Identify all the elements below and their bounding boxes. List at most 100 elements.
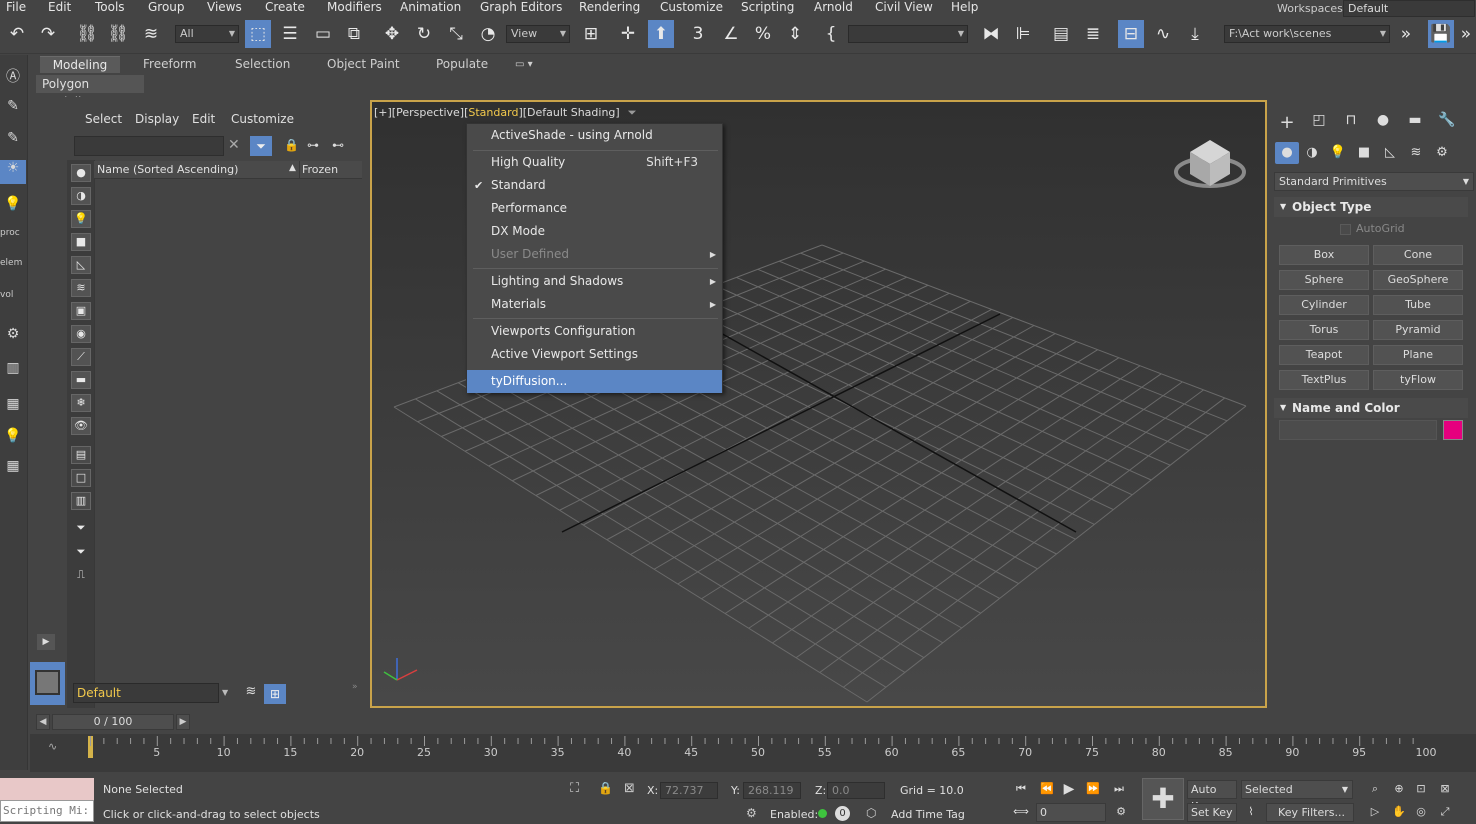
stack-icon[interactable]: ▥ bbox=[0, 360, 26, 384]
explorer-menu-select[interactable]: Select bbox=[85, 112, 122, 126]
menu-rendering[interactable]: Rendering bbox=[579, 0, 640, 17]
add-time-tag[interactable]: Add Time Tag bbox=[891, 808, 965, 821]
selection-lock-icon[interactable]: 🔒 bbox=[598, 781, 613, 795]
explorer-search-input[interactable] bbox=[74, 136, 224, 156]
filter-geometry-icon[interactable]: ● bbox=[71, 164, 91, 182]
menu-item-materials[interactable]: Materials ▶ bbox=[467, 293, 722, 316]
zoom-extents-icon[interactable]: ⊡ bbox=[1410, 780, 1432, 798]
unlink-icon[interactable]: ⛓ bbox=[105, 20, 131, 48]
layer-explorer-icon[interactable]: ≣ bbox=[1080, 20, 1106, 48]
time-slider[interactable]: 0 / 100 bbox=[52, 714, 174, 730]
workspaces-dropdown[interactable]: Default bbox=[1343, 0, 1475, 17]
ribbon-toggle-icon[interactable]: ⊟ bbox=[1118, 20, 1144, 48]
prev-frame-icon[interactable]: ◀ bbox=[36, 714, 50, 730]
motion-tab-icon[interactable]: ● bbox=[1371, 112, 1395, 132]
menu-item-high-quality[interactable]: High Quality Shift+F3 bbox=[467, 151, 722, 174]
isolate-icon[interactable]: ⛶ bbox=[570, 781, 579, 796]
maxscript-listener-output[interactable] bbox=[0, 778, 94, 800]
snap-toggle-icon[interactable]: 3 bbox=[685, 20, 711, 48]
object-name-input[interactable] bbox=[1279, 420, 1437, 440]
geometry-icon[interactable]: ● bbox=[1275, 142, 1299, 164]
menu-group[interactable]: Group bbox=[148, 0, 185, 17]
pivot-center-icon[interactable]: ⊞ bbox=[578, 20, 604, 48]
keyboard-shortcut-toggle-icon[interactable]: ⬆ bbox=[648, 20, 674, 48]
time-tag-icon[interactable]: ⬡ bbox=[866, 806, 876, 820]
zoom-extents-all-icon[interactable]: ⊠ bbox=[1434, 780, 1456, 798]
explorer-menu-edit[interactable]: Edit bbox=[192, 112, 215, 126]
lights-icon[interactable]: 💡 bbox=[1326, 142, 1350, 164]
modify-tab-icon[interactable]: ◰ bbox=[1307, 112, 1331, 132]
scale-icon[interactable]: ⤡ bbox=[443, 20, 469, 48]
key-filters-button[interactable]: Key Filters... bbox=[1266, 803, 1354, 822]
column-frozen[interactable]: Frozen bbox=[302, 163, 338, 176]
pyramid-button[interactable]: Pyramid bbox=[1373, 320, 1463, 340]
selection-filter-dropdown[interactable]: All ▼ bbox=[175, 25, 239, 43]
text-tool-icon[interactable]: Ⓐ bbox=[0, 66, 26, 90]
filter-cameras-icon[interactable]: ■ bbox=[71, 233, 91, 251]
time-config-icon[interactable]: ⚙ bbox=[1110, 803, 1132, 821]
maximize-viewport-icon[interactable]: ⤢ bbox=[1434, 803, 1456, 821]
named-selection-dropdown[interactable]: ▼ bbox=[848, 25, 968, 43]
viewport-label-mode[interactable]: Standard bbox=[468, 106, 518, 119]
menu-animation[interactable]: Animation bbox=[400, 0, 461, 17]
lamp-icon[interactable]: ☀ bbox=[0, 160, 26, 184]
filter-shapes-icon[interactable]: ◑ bbox=[71, 187, 91, 205]
cone-button[interactable]: Cone bbox=[1373, 245, 1463, 265]
edit-named-sets-icon[interactable]: { bbox=[818, 20, 844, 48]
spinner-snap-icon[interactable]: ⇕ bbox=[782, 20, 808, 48]
rotate-icon[interactable]: ↻ bbox=[411, 20, 437, 48]
align-icon[interactable]: ⊫ bbox=[1010, 20, 1036, 48]
shapes-icon[interactable]: ◑ bbox=[1300, 142, 1324, 164]
absolute-mode-icon[interactable]: ⊠ bbox=[624, 781, 635, 796]
text-edit-icon[interactable]: ✎ bbox=[0, 98, 26, 122]
menu-customize[interactable]: Customize bbox=[660, 0, 723, 17]
menu-civil-view[interactable]: Civil View bbox=[875, 0, 933, 17]
gear-tool-icon[interactable]: ⚙ bbox=[0, 326, 26, 350]
menu-views[interactable]: Views bbox=[207, 0, 242, 17]
angle-snap-icon[interactable]: ∠ bbox=[718, 20, 744, 48]
tab-object-paint[interactable]: Object Paint bbox=[327, 56, 400, 73]
tab-populate[interactable]: Populate bbox=[436, 56, 488, 73]
filter-groups-icon[interactable]: ▣ bbox=[71, 302, 91, 320]
explorer-menu-display[interactable]: Display bbox=[135, 112, 179, 126]
filter-spacewarps-icon[interactable]: ≋ bbox=[71, 279, 91, 297]
go-to-start-icon[interactable]: ⏮ bbox=[1010, 780, 1032, 798]
rollout-object-type[interactable]: ▼ Object Type bbox=[1274, 197, 1468, 217]
filter-select-icon[interactable]: ⏷ bbox=[71, 544, 91, 562]
textplus-button[interactable]: TextPlus bbox=[1279, 370, 1369, 390]
systems-icon[interactable]: ⚙ bbox=[1430, 142, 1454, 164]
zoom-all-icon[interactable]: ⊕ bbox=[1388, 780, 1410, 798]
orbit-icon[interactable]: ◎ bbox=[1410, 803, 1432, 821]
category-dropdown[interactable]: Standard Primitives ▼ bbox=[1274, 172, 1474, 191]
window-crossing-icon[interactable]: ⧉ bbox=[341, 20, 367, 48]
menu-graph-editors[interactable]: Graph Editors bbox=[480, 0, 562, 17]
object-color-swatch[interactable] bbox=[1443, 420, 1463, 440]
column-name[interactable]: Name (Sorted Ascending) bbox=[97, 163, 238, 176]
sort-hierarchy-icon[interactable]: ⊞ bbox=[264, 684, 286, 704]
menu-arnold[interactable]: Arnold bbox=[814, 0, 853, 17]
tube-button[interactable]: Tube bbox=[1373, 295, 1463, 315]
polygon-modeling-panel[interactable]: Polygon Modeling bbox=[36, 75, 144, 109]
menu-modifiers[interactable]: Modifiers bbox=[327, 0, 382, 17]
box-button[interactable]: Box bbox=[1279, 245, 1369, 265]
menu-item-lighting-shadows[interactable]: Lighting and Shadows ▶ bbox=[467, 270, 722, 293]
torus-button[interactable]: Torus bbox=[1279, 320, 1369, 340]
key-mode-toggle-icon[interactable]: ⟺ bbox=[1010, 803, 1032, 821]
menu-tools[interactable]: Tools bbox=[95, 0, 125, 17]
place-icon[interactable]: ◔ bbox=[475, 20, 501, 48]
ribbon-options-icon[interactable]: ▭ ▾ bbox=[515, 56, 533, 73]
filter-particles-icon[interactable]: ❄ bbox=[71, 394, 91, 412]
utilities-tab-icon[interactable]: 🔧 bbox=[1435, 112, 1459, 132]
rect-selection-icon[interactable]: ▭ bbox=[310, 20, 336, 48]
filter-display-icon[interactable]: 👁 bbox=[71, 417, 91, 435]
select-object-icon[interactable]: ⬚ bbox=[245, 20, 271, 48]
tab-selection[interactable]: Selection bbox=[235, 56, 290, 73]
filter-icon[interactable]: ⏷ bbox=[250, 136, 272, 156]
current-frame-field[interactable]: 0 bbox=[1036, 803, 1106, 822]
menu-item-activeshade[interactable]: ActiveShade - using Arnold bbox=[467, 124, 722, 147]
paint-icon[interactable]: ✎ bbox=[0, 130, 26, 154]
autogrid-checkbox[interactable]: AutoGrid bbox=[1340, 222, 1405, 235]
hierarchy-icon[interactable]: ⊶ bbox=[307, 138, 319, 152]
mirror-icon[interactable]: ⧓ bbox=[978, 20, 1004, 48]
tab-freeform[interactable]: Freeform bbox=[143, 56, 196, 73]
